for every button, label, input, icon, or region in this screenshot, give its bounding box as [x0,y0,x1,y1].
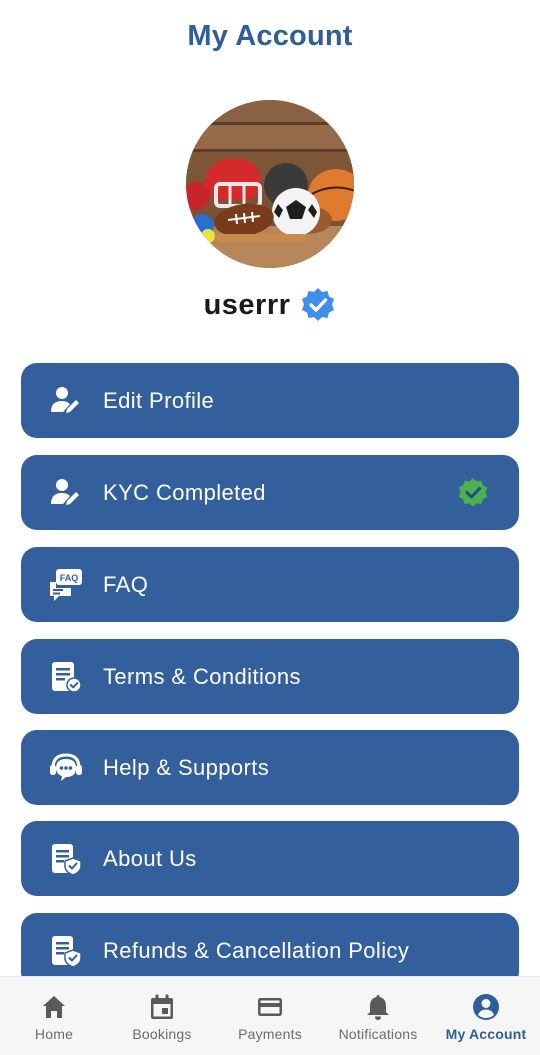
nav-label: Payments [238,1026,302,1042]
menu-label: About Us [103,845,197,871]
edit-profile-icon [49,384,83,418]
calendar-icon [151,994,173,1019]
nav-my-account[interactable]: My Account [432,977,540,1055]
kyc-button[interactable]: KYC Completed [21,455,519,530]
about-us-button[interactable]: About Us [21,821,519,896]
credit-card-icon [258,998,282,1016]
account-icon [473,994,499,1020]
verified-badge-icon [302,288,335,321]
nav-label: Notifications [338,1026,418,1042]
terms-button[interactable]: Terms & Conditions [21,639,519,714]
faq-icon: FAQ [49,568,83,602]
terms-icon [49,660,83,694]
avatar[interactable] [186,100,354,268]
menu-label: Edit Profile [103,387,215,413]
support-icon [49,751,83,785]
about-us-icon [49,842,83,876]
kyc-icon [49,476,83,510]
home-icon [43,996,65,1018]
username: userrr [203,288,291,321]
bell-icon [367,995,389,1020]
nav-home[interactable]: Home [0,977,108,1055]
help-support-button[interactable]: Help & Supports [21,730,519,805]
kyc-verified-icon [458,477,488,507]
svg-text:FAQ: FAQ [60,573,79,583]
page-title: My Account [187,20,353,52]
nav-bookings[interactable]: Bookings [108,977,216,1055]
nav-label: Bookings [132,1026,192,1042]
nav-label: Home [34,1026,74,1042]
edit-profile-button[interactable]: Edit Profile [21,363,519,438]
menu-label: Help & Supports [103,754,270,780]
menu-label: Refunds & Cancellation Policy [103,937,410,963]
menu-label: Terms & Conditions [103,663,301,689]
username-row: userrr [0,283,540,327]
bottom-navigation: Home Bookings Payments Notifications My … [0,976,540,1055]
nav-notifications[interactable]: Notifications [324,977,432,1055]
nav-payments[interactable]: Payments [216,977,324,1055]
nav-label: My Account [445,1026,527,1042]
menu-label: KYC Completed [103,479,266,505]
faq-button[interactable]: FAQ FAQ [21,547,519,622]
refund-policy-icon [49,934,83,968]
menu-label: FAQ [103,571,149,597]
